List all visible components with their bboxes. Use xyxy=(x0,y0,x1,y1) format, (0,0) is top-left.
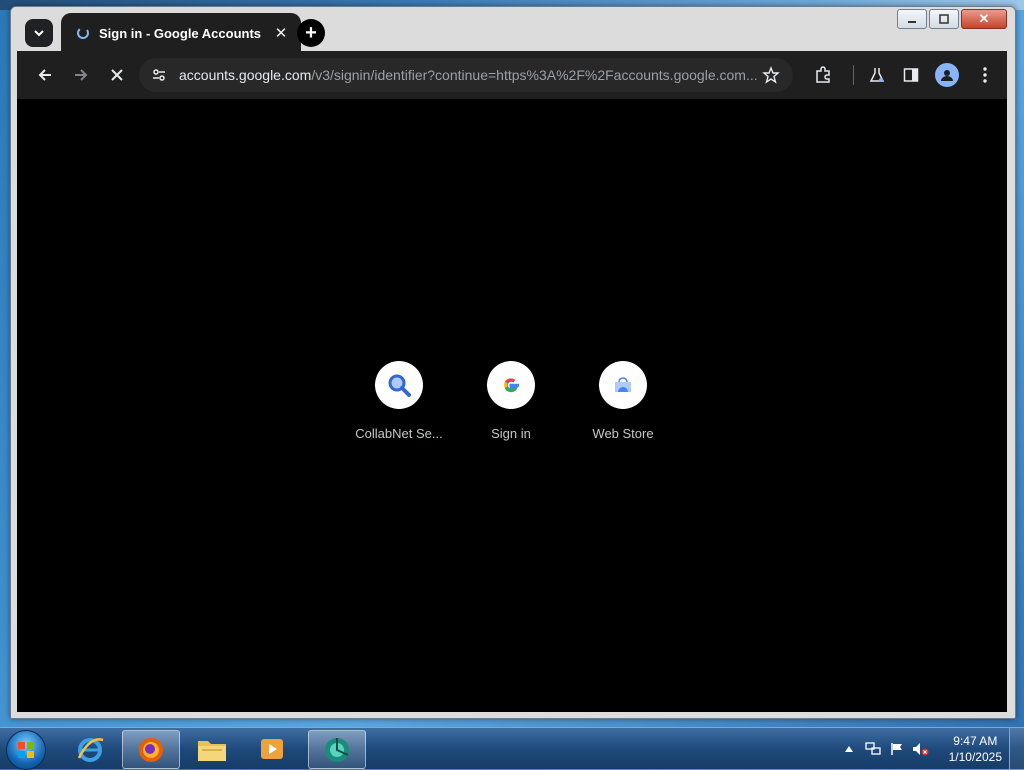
maximize-button[interactable] xyxy=(929,9,959,29)
url-host: accounts.google.com xyxy=(179,67,312,83)
search-magnifier-icon xyxy=(388,374,411,397)
shortcut-icon-circle xyxy=(375,361,423,409)
labs-button[interactable] xyxy=(865,63,889,87)
browser-app-icon xyxy=(325,737,349,762)
network-icon[interactable] xyxy=(864,740,882,758)
tab-strip: Sign in - Google Accounts ✕ + ✕ xyxy=(11,7,1015,53)
loading-favicon-icon xyxy=(75,25,91,41)
side-panel-icon xyxy=(903,68,919,82)
start-button[interactable] xyxy=(6,730,46,770)
new-tab-button[interactable]: + xyxy=(297,19,325,47)
forward-arrow-icon xyxy=(75,69,88,81)
site-info-icon[interactable] xyxy=(149,65,169,85)
tab-search-button[interactable] xyxy=(25,19,53,47)
browser-window: Sign in - Google Accounts ✕ + ✕ accounts… xyxy=(10,6,1016,719)
taskbar-clock[interactable]: 9:47 AM 1/10/2025 xyxy=(949,733,1002,765)
forward-button[interactable] xyxy=(69,63,93,87)
url-text: accounts.google.com/v3/signin/identifier… xyxy=(179,67,759,83)
page-content: CollabNet Se... Sign in Web Store xyxy=(17,99,1007,712)
side-panel-button[interactable] xyxy=(899,63,923,87)
internet-explorer-icon xyxy=(77,737,104,762)
close-window-button[interactable]: ✕ xyxy=(961,9,1007,29)
windows-logo-icon xyxy=(18,742,34,758)
profile-button[interactable] xyxy=(935,63,959,87)
show-hidden-icons-arrow-icon[interactable] xyxy=(840,740,858,758)
action-center-flag-icon[interactable] xyxy=(888,740,906,758)
bookmark-star-icon[interactable] xyxy=(759,63,783,87)
back-button[interactable] xyxy=(33,63,57,87)
browser-toolbar: accounts.google.com/v3/signin/identifier… xyxy=(17,51,1007,99)
minimize-button[interactable] xyxy=(897,9,927,29)
shortcut-label: CollabNet Se... xyxy=(355,426,443,441)
shortcut-icon-circle xyxy=(599,361,647,409)
tab-close-icon[interactable]: ✕ xyxy=(271,23,291,43)
stop-loading-button[interactable] xyxy=(105,63,129,87)
file-explorer-icon xyxy=(198,740,226,761)
extensions-icon xyxy=(816,66,830,83)
shortcut-icon-circle xyxy=(487,361,535,409)
back-arrow-icon xyxy=(38,69,51,81)
clock-time: 9:47 AM xyxy=(953,734,998,748)
taskbar-browser-app[interactable] xyxy=(308,730,366,769)
google-g-icon xyxy=(504,378,519,393)
toolbar-separator xyxy=(853,65,854,85)
tab-title: Sign in - Google Accounts xyxy=(99,25,262,41)
window-controls: ✕ xyxy=(897,9,1007,29)
show-desktop-button[interactable] xyxy=(1009,728,1024,769)
more-menu-icon xyxy=(983,67,987,83)
shortcut-label: Web Store xyxy=(592,426,654,441)
shortcut-label: Sign in xyxy=(491,426,531,441)
media-player-icon xyxy=(261,738,283,759)
extensions-button[interactable] xyxy=(811,63,835,87)
url-path: /v3/signin/identifier?continue=https%3A%… xyxy=(311,67,758,83)
firefox-icon xyxy=(139,737,163,762)
labs-flask-icon xyxy=(869,68,885,82)
shortcut-collabnet[interactable]: CollabNet Se... xyxy=(344,361,454,441)
shortcut-sign-in[interactable]: Sign in xyxy=(456,361,566,441)
more-menu-button[interactable] xyxy=(973,63,997,87)
taskbar-media-player[interactable] xyxy=(244,730,300,767)
taskbar: 9:47 AM 1/10/2025 xyxy=(0,727,1024,770)
chevron-down-icon xyxy=(34,30,44,37)
taskbar-firefox[interactable] xyxy=(122,730,180,769)
address-bar[interactable]: accounts.google.com/v3/signin/identifier… xyxy=(139,58,793,92)
web-store-icon xyxy=(615,377,631,392)
volume-muted-icon[interactable] xyxy=(912,740,930,758)
shortcut-web-store[interactable]: Web Store xyxy=(568,361,678,441)
taskbar-file-explorer[interactable] xyxy=(184,730,240,767)
stop-icon xyxy=(111,69,123,81)
profile-icon xyxy=(941,70,953,81)
taskbar-internet-explorer[interactable] xyxy=(62,730,118,767)
tab-active[interactable]: Sign in - Google Accounts ✕ xyxy=(61,13,301,53)
clock-date: 1/10/2025 xyxy=(948,750,1002,764)
